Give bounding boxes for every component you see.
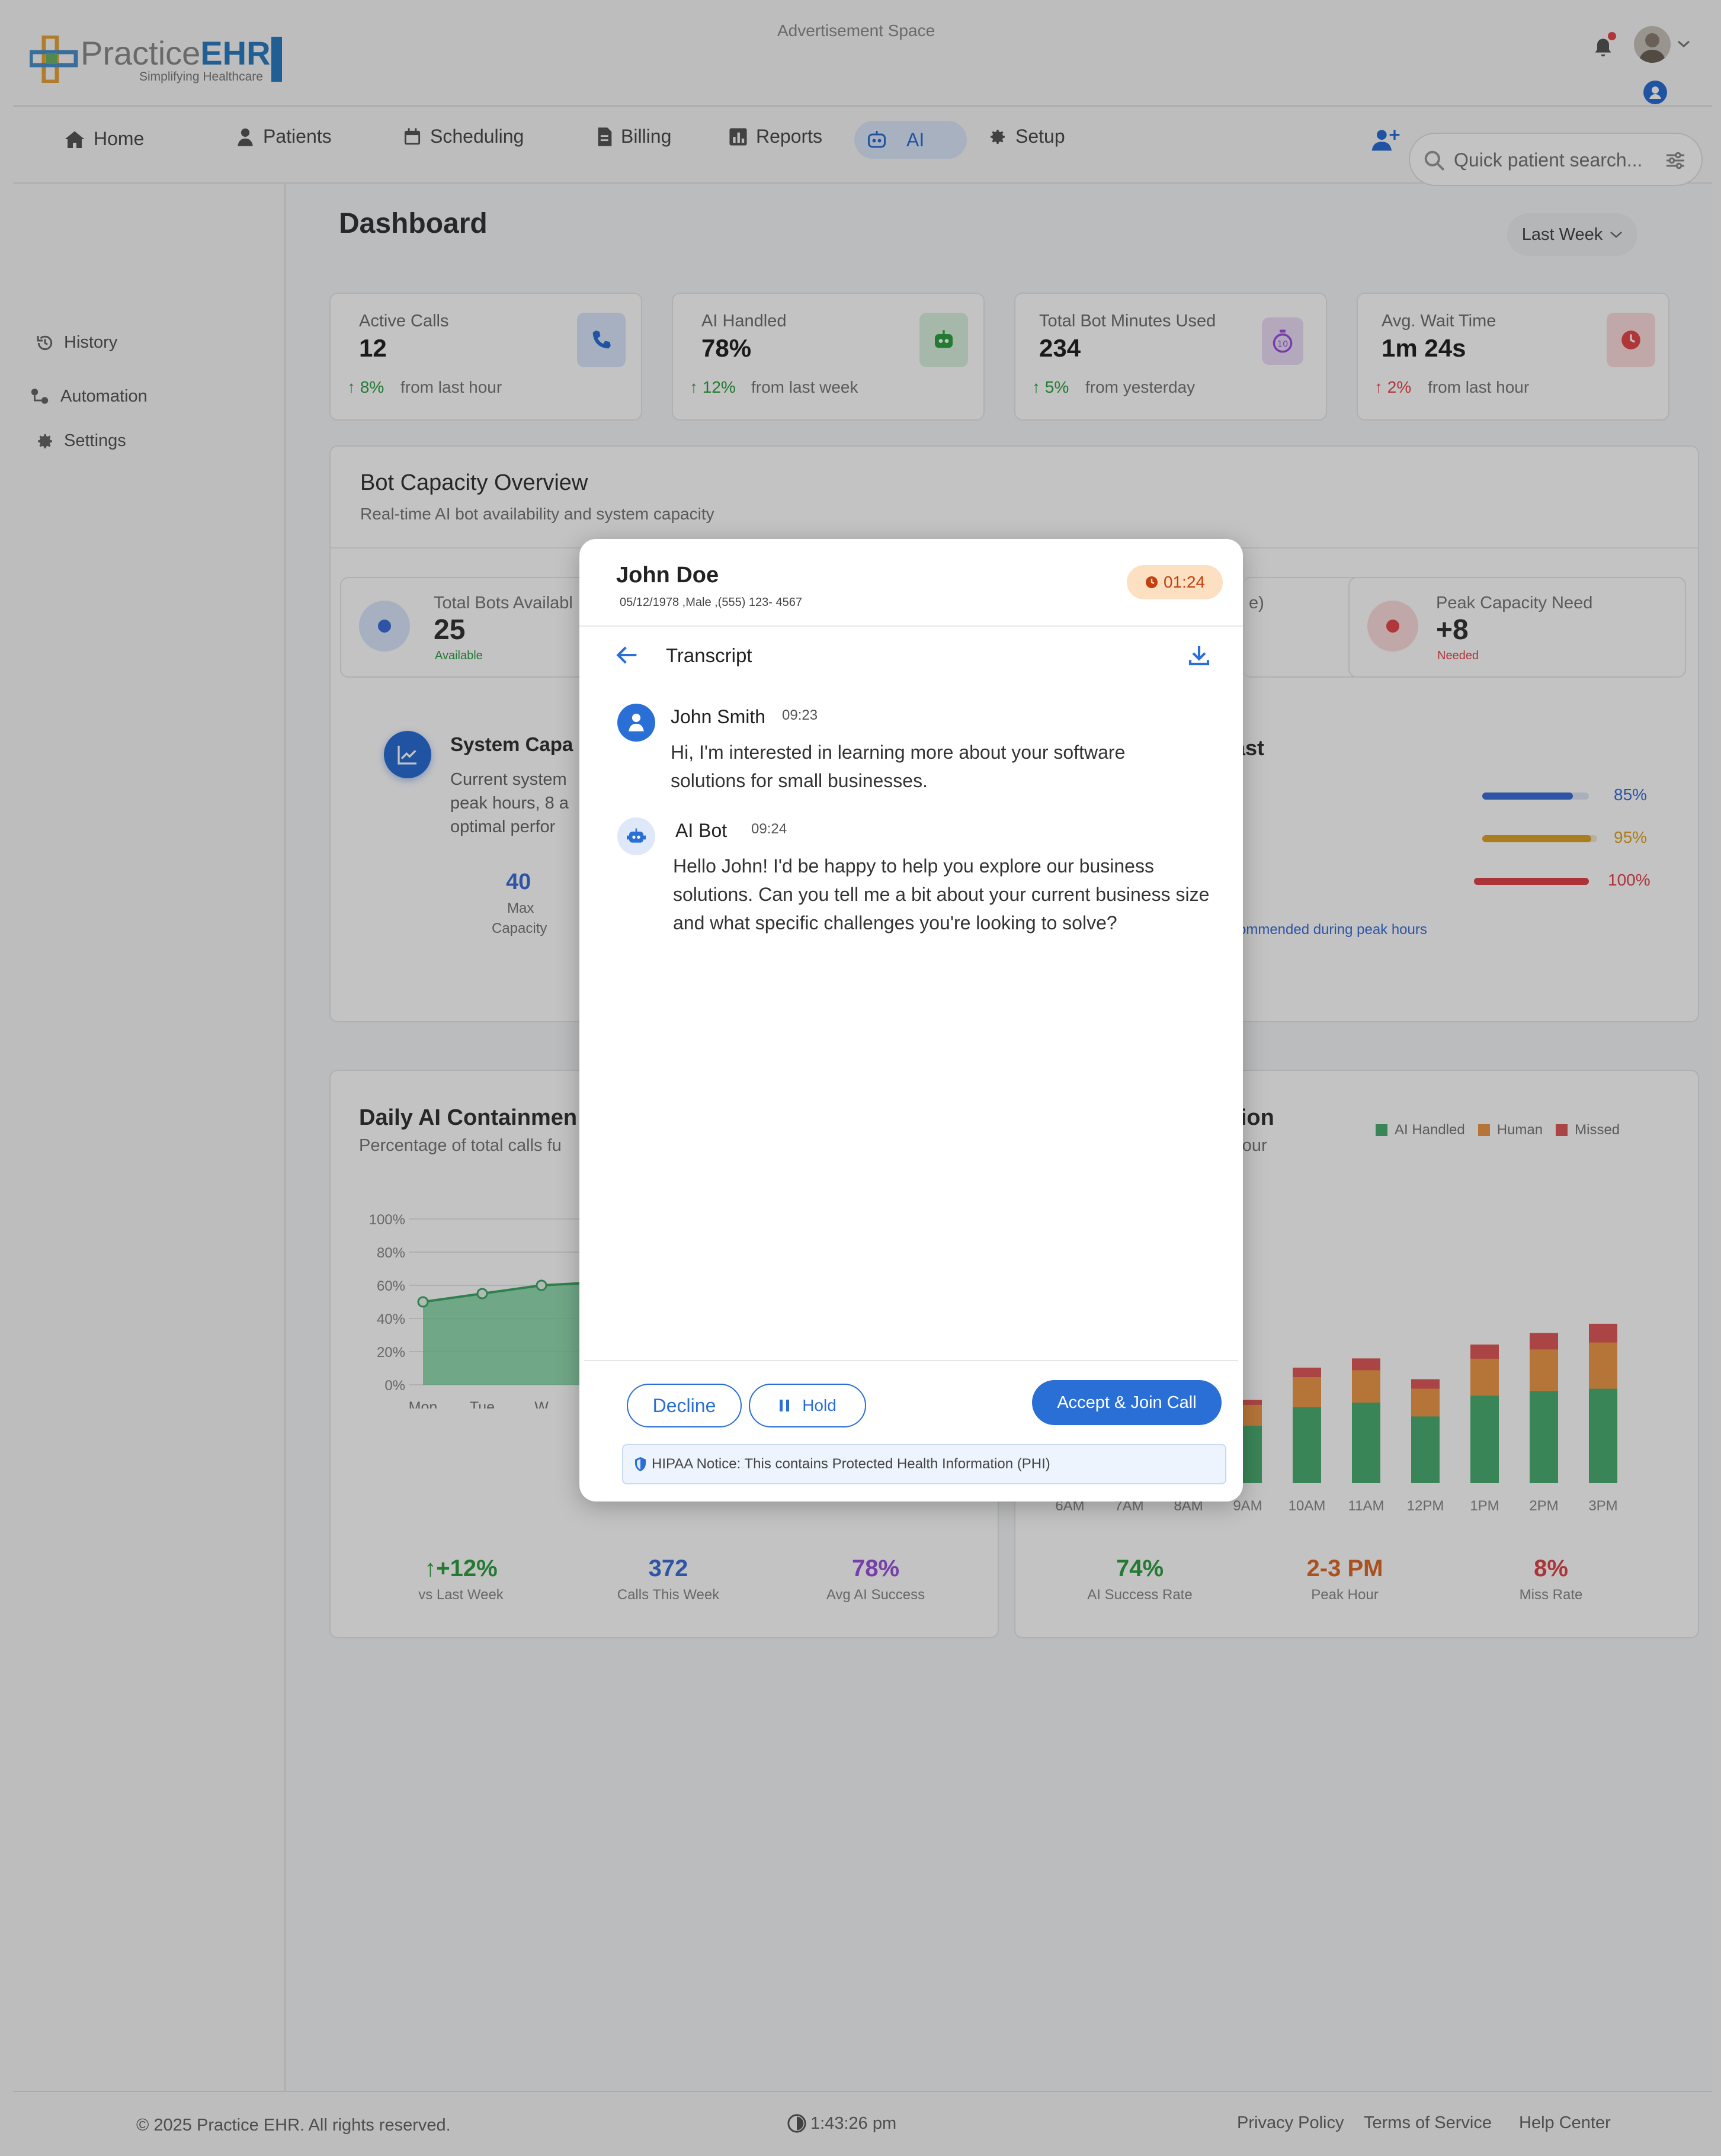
bot-avatar-icon [617,817,655,855]
patient-name: John Doe [616,563,719,588]
hold-button[interactable]: Hold [749,1384,866,1427]
shield-icon [635,1457,646,1471]
call-timer-badge: 01:24 [1127,565,1223,599]
clock-icon [1145,576,1158,588]
patient-info: 05/12/1978 ,Male ,(555) 123- 4567 [620,596,802,609]
message-sender: AI Bot [675,820,728,841]
decline-button[interactable]: Decline [627,1384,742,1427]
app-page: PracticeEHR Simplifying Healthcare Adver… [13,0,1712,2150]
message-text: Hi, I'm interested in learning more abou… [671,742,1126,791]
back-arrow-icon[interactable] [615,644,639,666]
hipaa-notice: HIPAA Notice: This contains Protected He… [622,1444,1226,1484]
message-time: 09:23 [782,707,818,723]
pause-icon [780,1400,790,1411]
call-transcript-modal: John Doe 05/12/1978 ,Male ,(555) 123- 45… [579,539,1243,1502]
accept-join-call-button[interactable]: Accept & Join Call [1032,1380,1222,1425]
user-avatar-icon [617,704,655,742]
message-sender: John Smith [671,706,766,727]
download-icon[interactable] [1187,643,1211,667]
transcript-title: Transcript [666,644,752,666]
message-text: Hello John! I'd be happy to help you exp… [673,855,1210,933]
message-time: 09:24 [751,821,787,837]
